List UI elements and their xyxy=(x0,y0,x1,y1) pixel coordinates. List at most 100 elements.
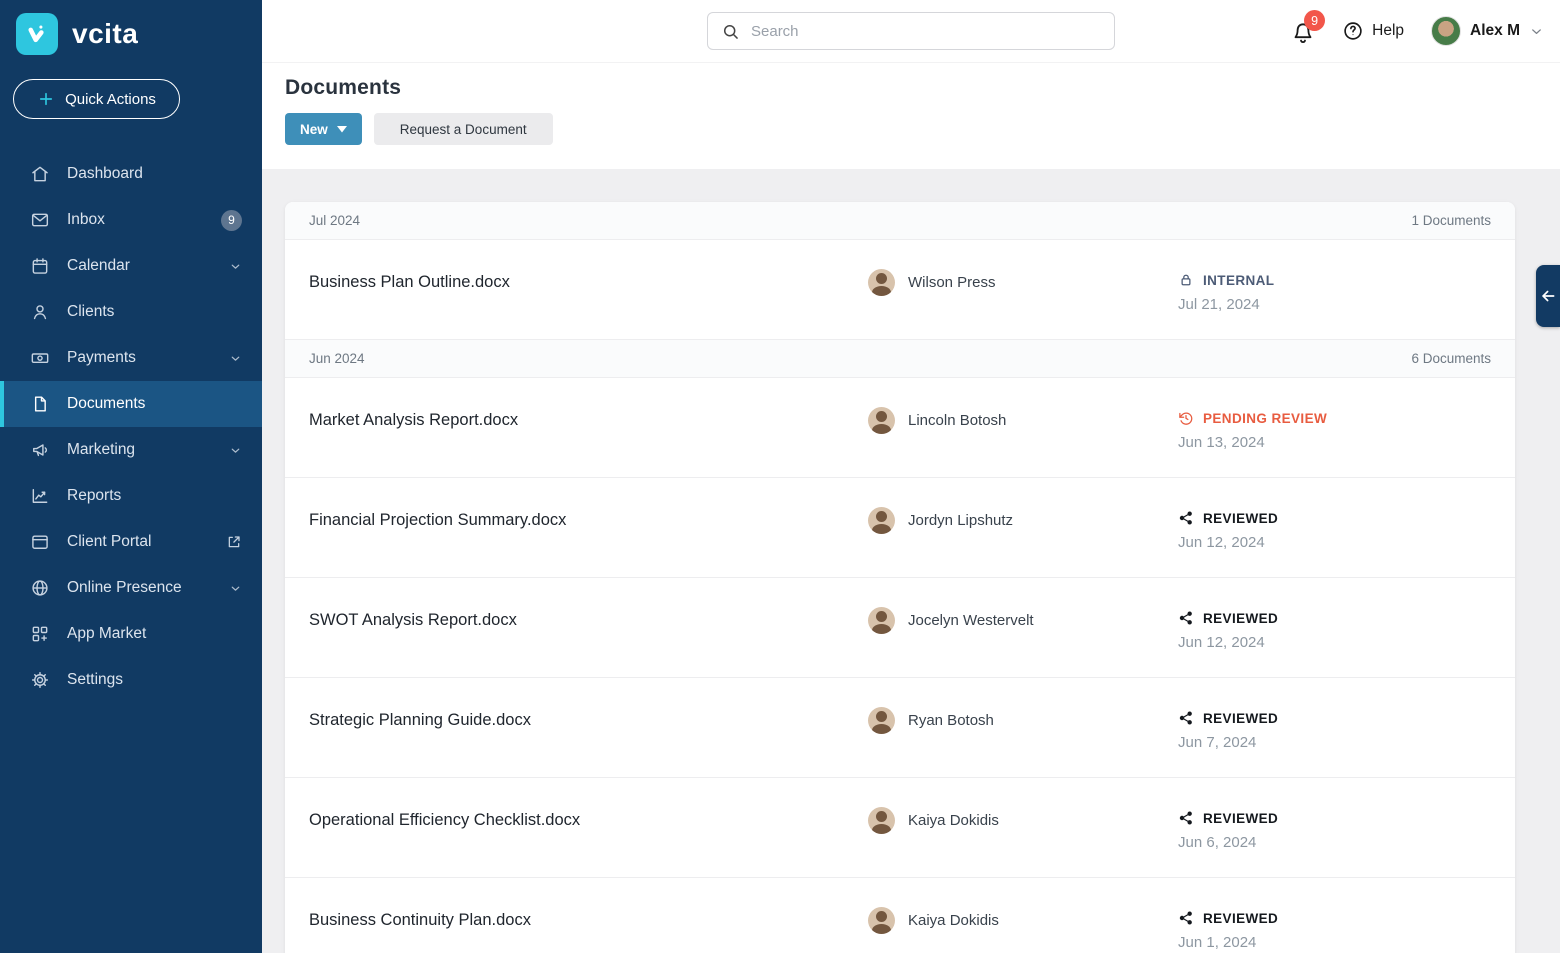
lock-icon xyxy=(1178,272,1194,288)
home-icon xyxy=(30,164,50,184)
notifications-button[interactable]: 9 xyxy=(1291,17,1315,45)
user-name: Alex M xyxy=(1470,22,1520,40)
search-box[interactable] xyxy=(707,12,1115,50)
document-name[interactable]: Financial Projection Summary.docx xyxy=(309,508,868,530)
search-icon xyxy=(721,22,740,41)
request-document-button[interactable]: Request a Document xyxy=(374,113,553,145)
notification-badge: 9 xyxy=(1304,10,1325,31)
status-label: INTERNAL xyxy=(1203,273,1274,288)
document-row[interactable]: Financial Projection Summary.docx Jordyn… xyxy=(285,478,1515,578)
banknote-icon xyxy=(30,348,50,368)
sidebar-item-reports[interactable]: Reports xyxy=(0,473,262,519)
sidebar-item-settings[interactable]: Settings xyxy=(0,657,262,703)
new-button[interactable]: New xyxy=(285,113,362,145)
avatar xyxy=(868,269,895,296)
document-name[interactable]: Operational Efficiency Checklist.docx xyxy=(309,808,868,830)
status-badge: INTERNAL xyxy=(1178,270,1274,288)
document-row[interactable]: Market Analysis Report.docx Lincoln Boto… xyxy=(285,378,1515,478)
group-month: Jun 2024 xyxy=(309,351,365,366)
page-actions: New Request a Document xyxy=(285,113,1560,145)
group-count: 6 Documents xyxy=(1411,351,1491,366)
chevron-down-icon xyxy=(1529,24,1544,39)
status-date: Jun 12, 2024 xyxy=(1178,634,1278,651)
status-date: Jul 21, 2024 xyxy=(1178,296,1274,313)
sidebar-item-payments[interactable]: Payments xyxy=(0,335,262,381)
owner-name: Lincoln Botosh xyxy=(908,412,1006,429)
status-date: Jun 7, 2024 xyxy=(1178,734,1278,751)
document-name[interactable]: Strategic Planning Guide.docx xyxy=(309,708,868,730)
document-status: REVIEWED Jun 1, 2024 xyxy=(1178,908,1278,951)
plus-icon xyxy=(37,90,55,108)
status-badge: PENDING REVIEW xyxy=(1178,408,1327,426)
main-area: 9 Help Alex M Documents New xyxy=(262,0,1560,953)
sidebar: vcita Quick Actions Dashboard Inbox 9 Ca… xyxy=(0,0,262,953)
share-icon xyxy=(1178,510,1194,526)
chevron-down-icon xyxy=(229,260,242,273)
avatar xyxy=(868,607,895,634)
document-status: REVIEWED Jun 6, 2024 xyxy=(1178,808,1278,851)
document-owner: Kaiya Dokidis xyxy=(868,907,1178,934)
sidebar-item-clients[interactable]: Clients xyxy=(0,289,262,335)
avatar xyxy=(868,807,895,834)
document-row[interactable]: Business Continuity Plan.docx Kaiya Doki… xyxy=(285,878,1515,953)
sidebar-item-app-market[interactable]: App Market xyxy=(0,611,262,657)
document-icon xyxy=(30,394,50,414)
search-input[interactable] xyxy=(751,23,1101,40)
collapse-panel-toggle[interactable] xyxy=(1536,265,1560,327)
brand-name: vcita xyxy=(72,18,138,50)
document-owner: Wilson Press xyxy=(868,269,1178,296)
sidebar-item-inbox[interactable]: Inbox 9 xyxy=(0,197,262,243)
avatar xyxy=(868,507,895,534)
external-link-icon xyxy=(226,534,242,550)
document-row[interactable]: Strategic Planning Guide.docx Ryan Botos… xyxy=(285,678,1515,778)
document-row[interactable]: Business Plan Outline.docx Wilson Press … xyxy=(285,240,1515,340)
help-icon xyxy=(1342,20,1364,42)
user-menu[interactable]: Alex M xyxy=(1431,16,1544,46)
owner-name: Jordyn Lipshutz xyxy=(908,512,1013,529)
owner-name: Kaiya Dokidis xyxy=(908,812,999,829)
arrow-left-icon xyxy=(1539,287,1557,305)
topbar-right: 9 Help Alex M xyxy=(1291,0,1544,62)
user-avatar xyxy=(1431,16,1461,46)
inbox-badge: 9 xyxy=(221,210,242,231)
sidebar-item-dashboard[interactable]: Dashboard xyxy=(0,151,262,197)
topbar: 9 Help Alex M xyxy=(262,0,1560,62)
megaphone-icon xyxy=(30,440,50,460)
new-button-label: New xyxy=(300,122,328,137)
owner-name: Wilson Press xyxy=(908,274,996,291)
status-label: PENDING REVIEW xyxy=(1203,411,1327,426)
status-badge: REVIEWED xyxy=(1178,908,1278,926)
owner-name: Ryan Botosh xyxy=(908,712,994,729)
document-row[interactable]: SWOT Analysis Report.docx Jocelyn Wester… xyxy=(285,578,1515,678)
document-name[interactable]: Market Analysis Report.docx xyxy=(309,408,868,430)
status-badge: REVIEWED xyxy=(1178,608,1278,626)
sidebar-item-client-portal[interactable]: Client Portal xyxy=(0,519,262,565)
document-name[interactable]: SWOT Analysis Report.docx xyxy=(309,608,868,630)
status-label: REVIEWED xyxy=(1203,611,1278,626)
document-name[interactable]: Business Plan Outline.docx xyxy=(309,270,868,292)
help-button[interactable]: Help xyxy=(1342,20,1404,42)
document-name[interactable]: Business Continuity Plan.docx xyxy=(309,908,868,930)
sidebar-item-calendar[interactable]: Calendar xyxy=(0,243,262,289)
document-owner: Lincoln Botosh xyxy=(868,407,1178,434)
document-status: INTERNAL Jul 21, 2024 xyxy=(1178,270,1274,313)
document-status: REVIEWED Jun 7, 2024 xyxy=(1178,708,1278,751)
vcita-logo-icon xyxy=(24,21,50,47)
owner-name: Jocelyn Westervelt xyxy=(908,612,1034,629)
vcita-logo[interactable] xyxy=(16,13,58,55)
document-row[interactable]: Operational Efficiency Checklist.docx Ka… xyxy=(285,778,1515,878)
sidebar-item-marketing[interactable]: Marketing xyxy=(0,427,262,473)
caret-down-icon xyxy=(337,126,347,133)
share-icon xyxy=(1178,610,1194,626)
chevron-down-icon xyxy=(229,352,242,365)
person-icon xyxy=(30,302,50,322)
group-header: Jun 2024 6 Documents xyxy=(285,340,1515,378)
sidebar-item-documents[interactable]: Documents xyxy=(0,381,262,427)
content: Jul 2024 1 Documents Business Plan Outli… xyxy=(262,169,1560,953)
owner-name: Kaiya Dokidis xyxy=(908,912,999,929)
sidebar-item-online-presence[interactable]: Online Presence xyxy=(0,565,262,611)
page-title: Documents xyxy=(285,76,1560,100)
chart-icon xyxy=(30,486,50,506)
quick-actions-button[interactable]: Quick Actions xyxy=(13,79,180,119)
chevron-down-icon xyxy=(229,444,242,457)
